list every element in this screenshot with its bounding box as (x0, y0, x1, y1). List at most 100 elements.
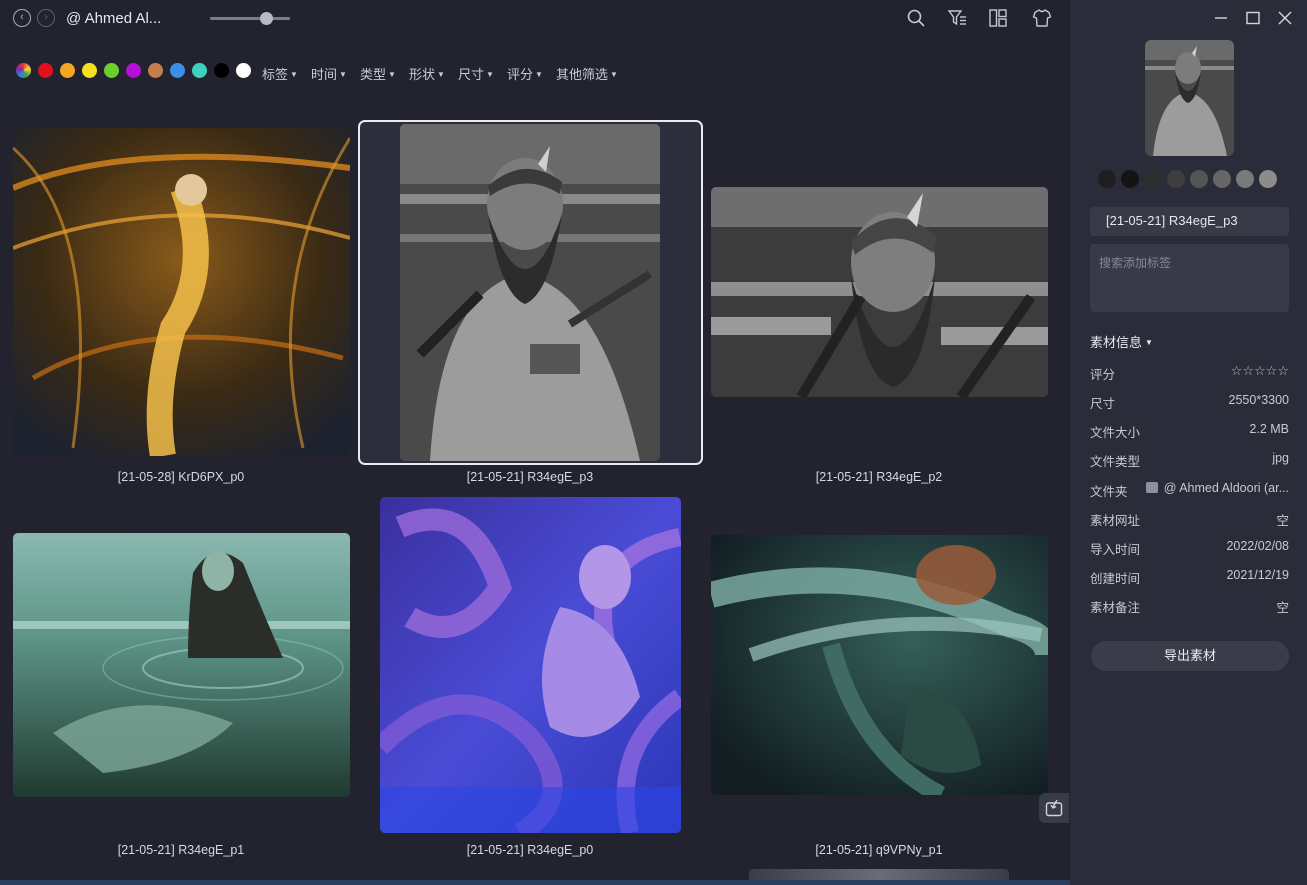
caret-down-icon: ▼ (610, 70, 618, 79)
color-filter-swatch[interactable] (170, 63, 185, 78)
thumbnail-mermaid-gold[interactable] (13, 128, 350, 456)
chevron-right-icon: › (44, 11, 48, 23)
caret-down-icon: ▼ (486, 70, 494, 79)
palette-color-swatch[interactable] (1144, 170, 1162, 188)
import-button[interactable] (1039, 793, 1069, 823)
filter-label: 类型 (360, 67, 387, 82)
tag-search-input[interactable]: 搜索添加标签 (1090, 244, 1289, 312)
created-time-value: 2021/12/19 (1226, 568, 1289, 582)
size-value: 2550*3300 (1228, 393, 1289, 407)
export-button[interactable]: 导出素材 (1091, 641, 1289, 671)
thumbnail-caption: [21-05-21] R34egE_p1 (117, 843, 245, 857)
maximize-icon (1246, 11, 1260, 25)
theme-button[interactable] (1032, 8, 1052, 28)
close-button[interactable] (1277, 10, 1293, 26)
url-label: 素材网址 (1090, 514, 1141, 528)
color-filter-swatch[interactable] (192, 63, 207, 78)
thumbnail-water-mermaid[interactable] (13, 533, 350, 797)
created-time-label: 创建时间 (1090, 572, 1141, 586)
filter-label: 标签 (262, 67, 289, 82)
palette-color-swatch[interactable] (1121, 170, 1139, 188)
thumbnail-caption: [21-05-21] q9VPNy_p1 (815, 843, 943, 857)
color-filter-swatch[interactable] (236, 63, 251, 78)
palette-color-swatch[interactable] (1213, 170, 1231, 188)
filter-dropdown[interactable]: 尺寸 ▼ (458, 64, 494, 83)
maximize-button[interactable] (1245, 10, 1261, 26)
note-value[interactable]: 空 (1276, 597, 1289, 616)
layout-icon (989, 9, 1007, 27)
section-title: 素材信息 (1090, 335, 1143, 350)
folder-title: @ Ahmed Al... (66, 10, 162, 27)
folder-link[interactable]: @ Ahmed Aldoori (ar... (1145, 481, 1289, 495)
thumbnail-caption: [21-05-21] R34egE_p0 (466, 843, 594, 857)
filter-label: 形状 (409, 67, 436, 82)
filter-button[interactable] (947, 8, 967, 28)
color-filter-swatch[interactable] (38, 63, 53, 78)
color-filter-swatch[interactable] (82, 63, 97, 78)
thumbnail-caption: [21-05-21] R34egE_p2 (815, 470, 943, 484)
color-filter-swatch[interactable] (126, 63, 141, 78)
partial-row-strip (0, 880, 1070, 885)
color-filter-swatch[interactable] (60, 63, 75, 78)
chevron-left-icon: ‹ (20, 11, 24, 23)
color-filter-all[interactable] (16, 63, 31, 78)
thumbnail-octopus-woman[interactable] (380, 497, 681, 833)
folder-value: @ Ahmed Aldoori (ar... (1163, 481, 1289, 495)
item-name-field[interactable]: [21-05-21] R34egE_p3 (1090, 207, 1289, 236)
color-filter-swatch[interactable] (148, 63, 163, 78)
filter-label: 其他筛选 (556, 67, 609, 82)
filter-label: 尺寸 (458, 67, 485, 82)
filesize-value: 2.2 MB (1249, 422, 1289, 436)
import-icon (1045, 799, 1063, 817)
minimize-icon (1215, 17, 1227, 19)
filter-dropdown[interactable]: 形状 ▼ (409, 64, 445, 83)
artwork-bearded-man-vertical (400, 124, 660, 461)
section-toggle-info[interactable]: 素材信息 ▼ (1090, 332, 1153, 351)
filetype-value: jpg (1272, 451, 1289, 465)
rating-stars[interactable]: ☆☆☆☆☆ (1231, 363, 1289, 379)
filter-dropdown[interactable]: 时间 ▼ (311, 64, 347, 83)
zoom-slider-knob[interactable] (260, 12, 273, 25)
palette-color-swatch[interactable] (1167, 170, 1185, 188)
import-time-label: 导入时间 (1090, 543, 1141, 557)
thumbnail-dark-mermaid[interactable] (711, 535, 1048, 795)
filter-dropdown[interactable]: 评分 ▼ (507, 64, 543, 83)
filter-dropdown[interactable]: 其他筛选 ▼ (556, 64, 618, 83)
caret-down-icon: ▼ (290, 70, 298, 79)
close-icon (1278, 11, 1292, 25)
color-filter-swatch[interactable] (214, 63, 229, 78)
back-button[interactable]: ‹ (13, 9, 31, 27)
url-value[interactable]: 空 (1276, 510, 1289, 529)
folder-label: 文件夹 (1090, 485, 1128, 499)
caret-down-icon: ▼ (388, 70, 396, 79)
search-icon (907, 9, 925, 27)
filetype-label: 文件类型 (1090, 455, 1141, 469)
forward-button[interactable]: › (37, 9, 55, 27)
preview-image[interactable] (1145, 40, 1234, 156)
thumbnail-viking-wide[interactable] (711, 187, 1048, 397)
filter-dropdown[interactable]: 类型 ▼ (360, 64, 396, 83)
artwork-octopus-woman (380, 497, 681, 833)
thumbnail-viking-portrait[interactable] (400, 124, 660, 461)
artwork-water-mermaid (13, 533, 350, 797)
thumbnail-caption: [21-05-21] R34egE_p3 (466, 470, 594, 484)
color-filter-swatch[interactable] (104, 63, 119, 78)
palette-color-swatch[interactable] (1098, 170, 1116, 188)
palette-color-swatch[interactable] (1190, 170, 1208, 188)
artwork-preview-bearded-man (1145, 40, 1234, 156)
filter-dropdown[interactable]: 标签 ▼ (262, 64, 298, 83)
zoom-slider[interactable] (210, 12, 290, 25)
filter-icon (947, 10, 966, 26)
caret-down-icon: ▼ (535, 70, 543, 79)
search-button[interactable] (906, 8, 926, 28)
artwork-dark-mermaid (711, 535, 1048, 795)
palette-color-swatch[interactable] (1236, 170, 1254, 188)
palette-color-swatch[interactable] (1259, 170, 1277, 188)
filter-label: 时间 (311, 67, 338, 82)
caret-down-icon: ▼ (1145, 338, 1153, 347)
shirt-icon (1032, 9, 1052, 27)
artwork-bearded-man-horizontal (711, 187, 1048, 397)
layout-button[interactable] (988, 8, 1008, 28)
minimize-button[interactable] (1213, 10, 1229, 26)
artwork-gold-mermaid (13, 128, 350, 456)
